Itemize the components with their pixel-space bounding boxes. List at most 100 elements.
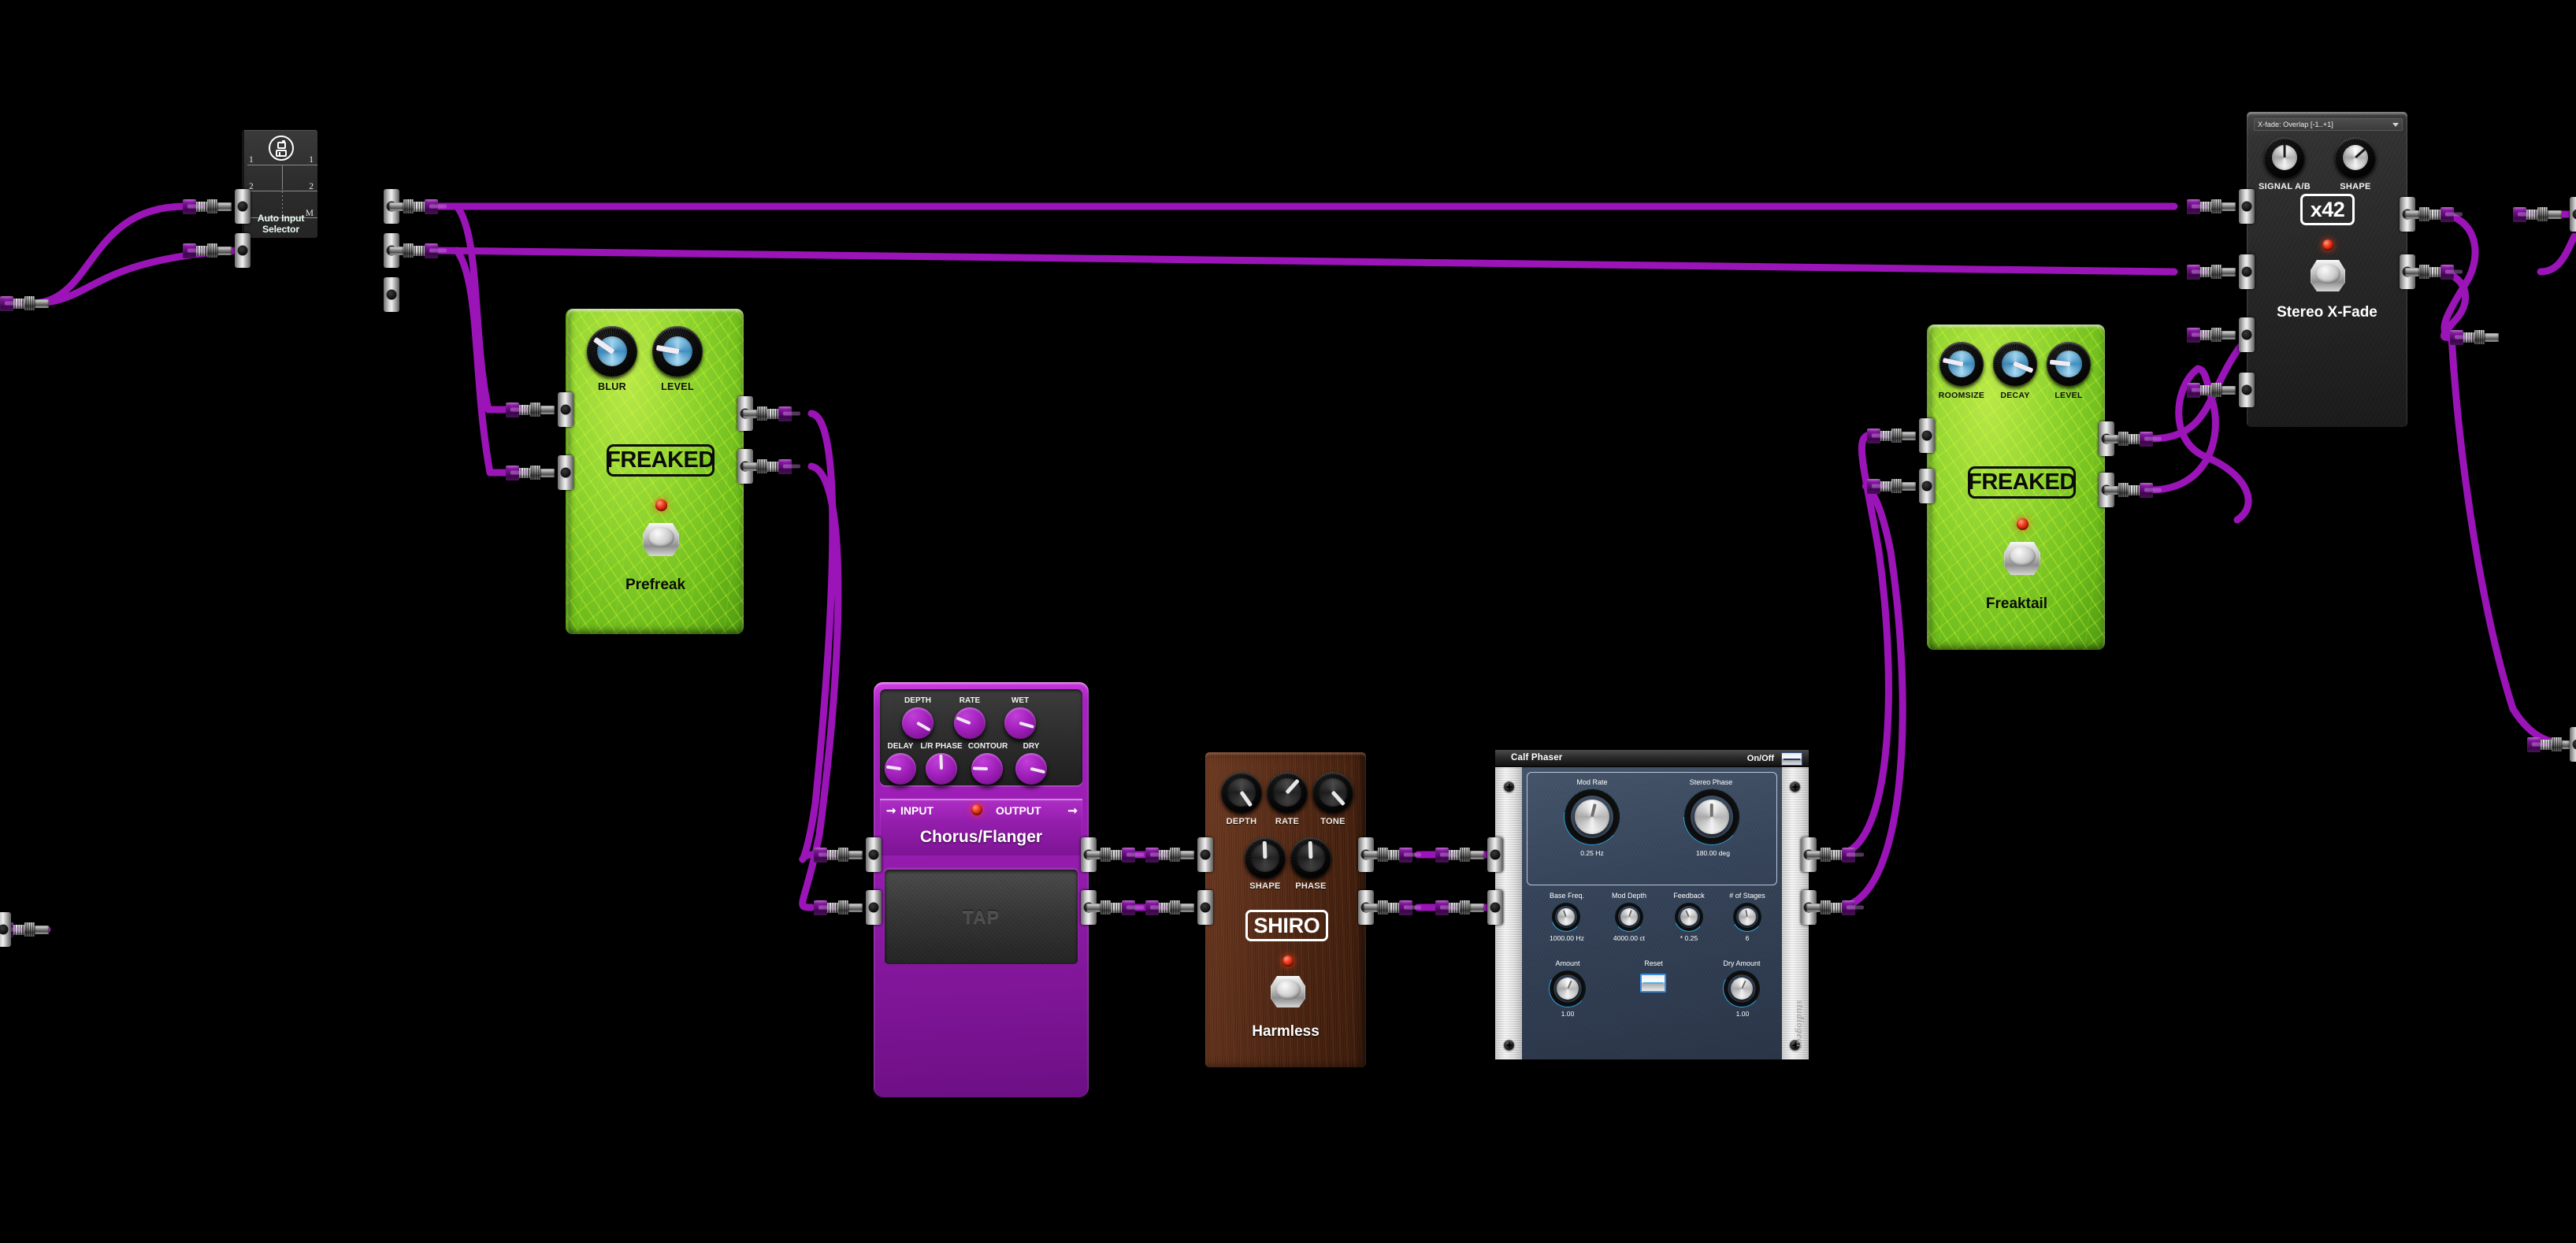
cable-plug[interactable] xyxy=(1806,846,1855,863)
xfade-knob-signal-ab[interactable] xyxy=(2264,137,2305,178)
freaktail-footswitch[interactable] xyxy=(2004,542,2040,575)
chorus-knob-delay[interactable] xyxy=(885,753,916,785)
cable-plug[interactable] xyxy=(2187,326,2236,343)
chorus-knob-dry[interactable] xyxy=(1015,753,1047,785)
freaktail-jack-in-2[interactable] xyxy=(1919,469,1935,503)
xfade-jack-in-2[interactable] xyxy=(2239,254,2255,289)
chorus-jack-in-1[interactable] xyxy=(866,837,882,872)
ais-jack-in-1[interactable] xyxy=(235,189,251,224)
calf-onoff-switch[interactable] xyxy=(1781,752,1802,766)
device-freaktail[interactable]: ROOMSIZE DECAY LEVEL FREAKED Freaktail xyxy=(1927,325,2105,650)
cable-plug[interactable] xyxy=(2187,381,2236,399)
board-edge-jack-left[interactable] xyxy=(0,912,11,947)
freaktail-knob-level[interactable] xyxy=(2047,342,2091,386)
device-calf-phaser[interactable]: Calf Phaser On/Off studiogear Mod Rate 0… xyxy=(1495,750,1809,1059)
chorus-knob-wet[interactable] xyxy=(1004,707,1036,739)
calf-mod-depth-knob[interactable] xyxy=(1614,902,1644,932)
harmless-jack-in-1[interactable] xyxy=(1197,837,1213,872)
calf-mod-depth-label: Mod Depth xyxy=(1611,892,1647,900)
harmless-knob-tone[interactable] xyxy=(1312,772,1353,813)
freaktail-knob-roomsize[interactable] xyxy=(1939,342,1984,386)
cable-plug[interactable] xyxy=(0,295,49,312)
cable-plug[interactable] xyxy=(1867,427,1916,444)
calf-feedback-value: * 0.25 xyxy=(1680,934,1698,942)
chorus-knob-depth[interactable] xyxy=(902,707,934,739)
xfade-jack-in-4[interactable] xyxy=(2239,373,2255,407)
xfade-jack-in-1[interactable] xyxy=(2239,189,2255,224)
harmless-knob-shape[interactable] xyxy=(1245,837,1286,878)
board-edge-jack-right-2[interactable] xyxy=(2570,727,2576,762)
cable-plug[interactable] xyxy=(1806,899,1855,916)
calf-jack-in-2[interactable] xyxy=(1487,890,1503,925)
cable-plug[interactable] xyxy=(2405,206,2454,223)
cable-plug[interactable] xyxy=(183,198,232,215)
calf-dry-amount-knob[interactable] xyxy=(1723,970,1761,1007)
cable-plug[interactable] xyxy=(1867,477,1916,495)
cable-plug[interactable] xyxy=(2104,481,2153,499)
cable-plug[interactable] xyxy=(183,242,232,259)
calf-mod-rate-knob[interactable] xyxy=(1563,788,1621,846)
calf-stages-knob[interactable] xyxy=(1732,902,1762,932)
cable-plug[interactable] xyxy=(1145,846,1194,863)
xfade-mode-select[interactable]: X-fade: Overlap [-1..+1] xyxy=(2254,118,2403,131)
xfade-knob-shape[interactable] xyxy=(2335,137,2376,178)
cable-plug[interactable] xyxy=(814,846,863,863)
cable-plug[interactable] xyxy=(389,242,438,259)
chorus-knob-rate[interactable] xyxy=(954,707,985,739)
device-chorus-flanger[interactable]: DEPTH RATE WET DELAY L/R PHASE CONTOUR D… xyxy=(874,682,1089,1097)
harmless-footswitch[interactable] xyxy=(1271,976,1305,1007)
xfade-footswitch[interactable] xyxy=(2311,260,2345,291)
cable-plug[interactable] xyxy=(2405,263,2454,280)
cable-plug[interactable] xyxy=(1364,899,1412,916)
cable-plug[interactable] xyxy=(814,899,863,916)
cable-plug[interactable] xyxy=(389,198,438,215)
cable-plug[interactable] xyxy=(1145,899,1194,916)
harmless-jack-in-2[interactable] xyxy=(1197,890,1213,925)
cable-plug[interactable] xyxy=(743,405,792,422)
chorus-jack-in-2[interactable] xyxy=(866,890,882,925)
harmless-knob-phase[interactable] xyxy=(1290,837,1331,878)
cable-plug[interactable] xyxy=(2527,736,2576,753)
prefreak-jack-in-2[interactable] xyxy=(558,455,573,490)
chorus-knob-contour[interactable] xyxy=(971,753,1003,785)
harmless-knob-rate[interactable] xyxy=(1267,772,1308,813)
prefreak-footswitch[interactable] xyxy=(643,523,679,556)
cable-plug[interactable] xyxy=(2104,430,2153,447)
cable-plug[interactable] xyxy=(2187,263,2236,280)
device-prefreak[interactable]: BLUR LEVEL FREAKED Prefreak xyxy=(566,309,744,634)
cable-plug[interactable] xyxy=(506,464,555,481)
device-harmless[interactable]: DEPTH RATE TONE SHAPE PHASE SHIRO Harmle… xyxy=(1205,752,1366,1067)
device-auto-input-selector[interactable]: 1 2 1 2 M Auto Input Selector xyxy=(242,130,317,238)
xfade-jack-in-3[interactable] xyxy=(2239,317,2255,352)
calf-amount-knob[interactable] xyxy=(1549,970,1587,1007)
calf-stages-value: 6 xyxy=(1745,934,1750,942)
prefreak-jack-in-1[interactable] xyxy=(558,392,573,427)
calf-jack-in-1[interactable] xyxy=(1487,837,1503,872)
cable-plug[interactable] xyxy=(2187,198,2236,215)
calf-base-freq-knob[interactable] xyxy=(1551,902,1581,932)
calf-stereo-phase-knob[interactable] xyxy=(1683,788,1741,846)
prefreak-knob-level-label: LEVEL xyxy=(661,381,694,392)
device-stereo-xfade[interactable]: X-fade: Overlap [-1..+1] SIGNAL A/B SHAP… xyxy=(2247,112,2407,427)
cable-plug[interactable] xyxy=(1435,899,1484,916)
board-edge-jack-right-1[interactable] xyxy=(2570,197,2576,232)
cable-plug[interactable] xyxy=(2513,206,2562,223)
cable-plug[interactable] xyxy=(1364,846,1412,863)
cable-plug[interactable] xyxy=(743,458,792,475)
cable-plug[interactable] xyxy=(1435,846,1484,863)
ais-jack-in-2[interactable] xyxy=(235,233,251,268)
chorus-tap-plate[interactable]: TAP xyxy=(885,870,1078,964)
prefreak-knob-level[interactable] xyxy=(652,326,703,377)
harmless-knob-depth[interactable] xyxy=(1221,772,1262,813)
ais-jack-out-m[interactable] xyxy=(384,277,399,312)
calf-reset-button[interactable] xyxy=(1640,974,1666,993)
cable-plug[interactable] xyxy=(506,401,555,418)
cable-plug[interactable] xyxy=(1086,899,1135,916)
calf-feedback-knob[interactable] xyxy=(1674,902,1704,932)
freaktail-jack-in-1[interactable] xyxy=(1919,418,1935,453)
cable-plug[interactable] xyxy=(2450,328,2499,346)
prefreak-knob-blur[interactable] xyxy=(587,326,637,377)
chorus-knob-lr-phase[interactable] xyxy=(926,753,957,785)
cable-plug[interactable] xyxy=(1086,846,1135,863)
freaktail-knob-decay[interactable] xyxy=(1993,342,2037,386)
